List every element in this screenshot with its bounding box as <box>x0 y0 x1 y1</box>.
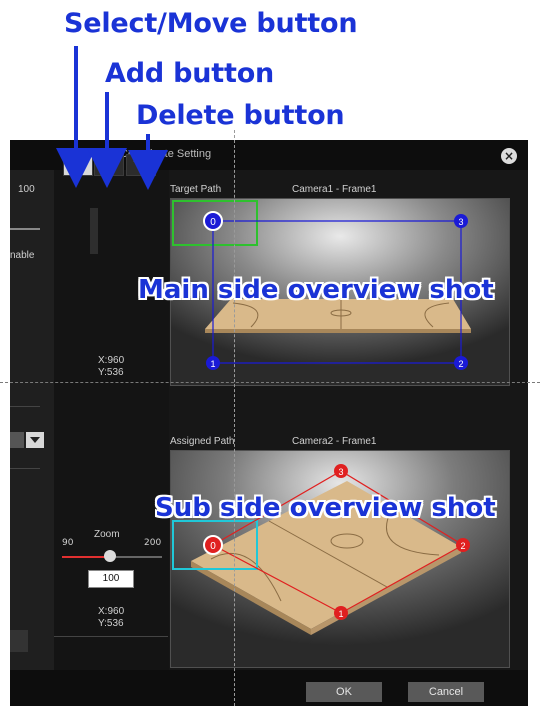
point-label: 0 <box>210 217 216 228</box>
zoom-slider-thumb[interactable] <box>104 550 116 562</box>
zoom-value-input[interactable]: 100 <box>88 570 134 588</box>
enable-label: nable <box>10 250 35 261</box>
sub-court-canvas[interactable]: 0 3 2 1 <box>171 451 509 667</box>
dialog-footer: OK Cancel <box>10 670 528 706</box>
point-label: 1 <box>338 609 343 619</box>
zoom-min: 90 <box>62 538 74 548</box>
path-point-2[interactable]: 2 <box>454 356 468 370</box>
zoom-max: 200 <box>144 538 162 548</box>
point-label: 3 <box>338 467 343 477</box>
left-field[interactable] <box>10 630 28 652</box>
left-slider[interactable] <box>10 228 40 230</box>
dropdown-field[interactable] <box>10 432 24 448</box>
vertical-guide-line <box>234 130 235 706</box>
sub-overview-caption: Sub side overview shot <box>155 493 496 523</box>
path-point-3[interactable]: 3 <box>334 464 348 478</box>
divider <box>10 406 40 407</box>
sub-overview-view[interactable]: 0 3 2 1 <box>170 450 510 668</box>
camera2-label: Camera2 - Frame1 <box>292 436 377 447</box>
divider <box>54 636 168 637</box>
horizontal-guide-line <box>0 382 540 383</box>
left-settings-panel: 100 nable <box>10 170 54 670</box>
tool-panel <box>54 170 169 670</box>
coord-x: X:960 <box>98 355 125 366</box>
point-label: 3 <box>458 217 463 227</box>
dropdown-arrow-icon[interactable] <box>26 432 44 448</box>
coordinate-setting-dialog: Coordinate Setting × 100 nable Target Pa… <box>10 140 528 706</box>
scrollbar[interactable] <box>90 208 98 254</box>
coord-x: X:960 <box>98 606 125 617</box>
point-label: 1 <box>210 359 215 369</box>
coord-y: Y:536 <box>98 618 124 629</box>
cancel-button[interactable]: Cancel <box>408 682 484 702</box>
assigned-path-label: Assigned Path <box>170 436 235 447</box>
point-label: 2 <box>458 359 463 369</box>
path-point-1[interactable]: 1 <box>334 606 348 620</box>
path-point-0[interactable]: 0 <box>203 211 223 231</box>
path-point-1[interactable]: 1 <box>206 356 220 370</box>
zoom-label: Zoom <box>94 529 120 540</box>
main-overview-caption: Main side overview shot <box>138 275 494 305</box>
zoom-slider-fill <box>62 556 110 558</box>
path-point-0[interactable]: 0 <box>203 535 223 555</box>
point-label: 2 <box>460 541 465 551</box>
divider <box>10 468 40 469</box>
path-point-2[interactable]: 2 <box>456 538 470 552</box>
point-label: 0 <box>210 541 216 552</box>
ok-button[interactable]: OK <box>306 682 382 702</box>
main-coordinates: X:960 Y:536 <box>98 355 124 379</box>
callout-arrows <box>56 46 168 190</box>
path-point-3[interactable]: 3 <box>454 214 468 228</box>
sub-coordinates: X:960 Y:536 <box>98 606 124 630</box>
coord-y: Y:536 <box>98 367 124 378</box>
